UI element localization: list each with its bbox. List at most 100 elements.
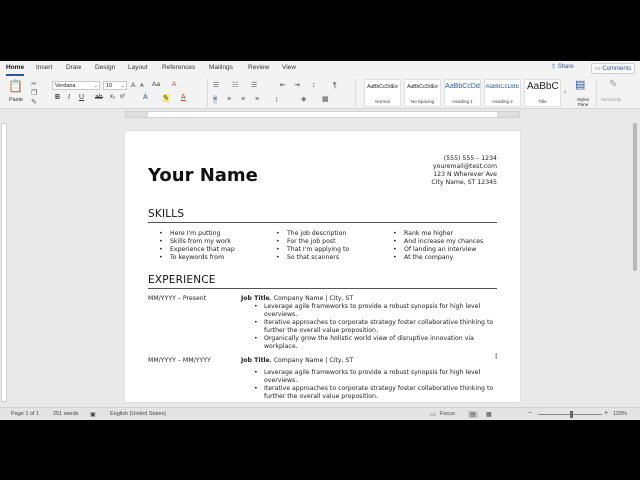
- cut-icon[interactable]: ✂: [31, 80, 37, 89]
- style-title[interactable]: AaBbC Title: [524, 79, 561, 107]
- job-title: Job Title: [241, 357, 270, 364]
- style-name: Heading 2: [492, 99, 513, 104]
- tab-view[interactable]: View: [282, 64, 296, 71]
- pilcrow-icon[interactable]: ¶: [333, 81, 337, 90]
- numbering-icon[interactable]: ☷: [232, 81, 238, 90]
- focus-label[interactable]: Focus: [440, 411, 455, 417]
- list-item: Experience that map: [159, 246, 235, 254]
- list-item: Leverage agile frameworks to provide a r…: [254, 369, 500, 385]
- comments-button[interactable]: ▭ Comments: [591, 63, 635, 74]
- web-layout-icon[interactable]: ▦: [486, 411, 492, 418]
- zoom-slider-thumb[interactable]: [570, 411, 573, 418]
- list-item: Iterative approaches to corporate strate…: [254, 319, 500, 335]
- document-page[interactable]: Your Name (555) 555 – 1234 youremail@tes…: [125, 131, 520, 402]
- styles-pane-label[interactable]: Styles Pane: [573, 97, 593, 107]
- vertical-scrollbar[interactable]: [632, 119, 638, 402]
- align-right-icon[interactable]: ≡: [241, 95, 245, 104]
- chevron-down-icon: ⌄: [93, 83, 98, 89]
- paste-label[interactable]: Paste: [9, 97, 23, 103]
- change-case-icon[interactable]: Aa: [152, 81, 160, 88]
- list-item: The job description: [276, 230, 349, 238]
- language[interactable]: English (United States): [110, 411, 166, 417]
- job-company: , Company Name | City, ST: [269, 295, 354, 302]
- contact-city: City Name, ST 12345: [431, 179, 497, 186]
- paste-icon[interactable]: 📋: [8, 80, 23, 92]
- shrink-font-icon[interactable]: A: [140, 83, 144, 89]
- vertical-ruler[interactable]: [0, 119, 8, 402]
- bold-icon[interactable]: B: [55, 94, 60, 101]
- style-preview: AaBbCcDd: [445, 83, 480, 90]
- chevron-right-icon[interactable]: ›: [564, 89, 566, 98]
- sensitivity-label[interactable]: Sensitivity: [601, 97, 621, 102]
- sensitivity-icon[interactable]: ✎: [609, 80, 617, 90]
- list-item: Of landing an interview: [393, 246, 483, 254]
- align-left-icon[interactable]: ≡: [213, 95, 218, 104]
- style-heading-1[interactable]: AaBbCcDd Heading 1: [444, 79, 481, 107]
- zoom-out-icon[interactable]: −: [528, 410, 532, 417]
- print-layout-icon[interactable]: ▤: [468, 411, 478, 418]
- multilevel-list-icon[interactable]: ☰: [251, 81, 257, 90]
- line-spacing-icon[interactable]: ↨: [275, 95, 279, 104]
- underline-icon[interactable]: U: [79, 94, 84, 101]
- tab-insert[interactable]: Insert: [36, 64, 52, 71]
- tab-design[interactable]: Design: [95, 64, 115, 71]
- list-item: Skills from my work: [159, 238, 235, 246]
- strikethrough-icon[interactable]: ab: [95, 94, 103, 101]
- section-divider: [148, 288, 497, 289]
- shading-icon[interactable]: ◈: [301, 95, 306, 104]
- style-normal[interactable]: AaBbCcDdEe Normal: [364, 79, 401, 107]
- share-button[interactable]: ⇪ Share: [551, 63, 574, 74]
- zoom-in-icon[interactable]: +: [604, 410, 608, 417]
- font-name-select[interactable]: Verdana ⌄: [52, 81, 100, 90]
- contact-street: 123 N Wherever Ave: [433, 171, 497, 178]
- focus-icon[interactable]: ▭: [430, 411, 436, 418]
- tab-draw[interactable]: Draw: [66, 64, 81, 71]
- zoom-level[interactable]: 129%: [613, 411, 627, 417]
- styles-pane-icon[interactable]: ▤: [575, 80, 585, 91]
- horizontal-ruler[interactable]: [0, 110, 640, 119]
- word-count[interactable]: 251 words: [53, 411, 78, 417]
- page-count[interactable]: Page 1 of 1: [11, 411, 39, 417]
- word-window: Home Insert Draw Design Layout Reference…: [0, 61, 640, 420]
- tab-references[interactable]: References: [162, 64, 195, 71]
- job-company: , Company Name | City, ST: [269, 357, 354, 364]
- ruler-left-margin: [126, 112, 148, 117]
- copy-icon[interactable]: ❐: [31, 89, 37, 98]
- experience-heading: EXPERIENCE: [148, 274, 216, 286]
- divider: [596, 79, 597, 107]
- borders-icon[interactable]: ▦: [322, 95, 329, 104]
- font-size-select[interactable]: 10 ⌄: [103, 81, 127, 90]
- justify-icon[interactable]: ≡: [255, 95, 259, 104]
- subscript-icon[interactable]: x₂: [110, 94, 115, 100]
- text-effects-icon[interactable]: A: [143, 94, 148, 101]
- font-color-icon[interactable]: A: [181, 94, 186, 101]
- ruler-bar: [1, 123, 7, 402]
- tab-layout[interactable]: Layout: [128, 64, 148, 71]
- tab-home[interactable]: Home: [6, 64, 25, 76]
- clear-formatting-icon[interactable]: A: [172, 81, 176, 88]
- superscript-icon[interactable]: x²: [120, 94, 125, 100]
- scrollbar-thumb[interactable]: [633, 123, 637, 271]
- job-heading: Job Title, Company Name | City, ST: [241, 357, 353, 364]
- skills-column-2: The job description For the job post Tha…: [276, 230, 349, 262]
- italic-icon[interactable]: I: [68, 94, 70, 101]
- style-name: Title: [538, 99, 547, 104]
- job-dates: MM/YYYY – MM/YYYY: [148, 357, 211, 364]
- decrease-indent-icon[interactable]: ⇤: [280, 81, 286, 90]
- sort-icon[interactable]: ↕: [312, 81, 316, 90]
- bullets-icon[interactable]: ☰: [213, 81, 219, 90]
- highlight-icon[interactable]: ✎: [163, 94, 169, 102]
- grow-font-icon[interactable]: A: [131, 82, 135, 89]
- font-size-value: 10: [106, 83, 113, 89]
- style-preview: AaBbCcDdE: [485, 84, 520, 90]
- style-no-spacing[interactable]: AaBbCcDdEe No Spacing: [404, 79, 441, 107]
- increase-indent-icon[interactable]: ⇥: [294, 81, 300, 90]
- tab-mailings[interactable]: Mailings: [209, 64, 233, 71]
- format-painter-icon[interactable]: ✎: [31, 98, 37, 107]
- job-title: Job Title: [241, 295, 270, 302]
- proofing-icon[interactable]: ▣: [90, 411, 96, 418]
- style-heading-2[interactable]: AaBbCcDdE Heading 2: [484, 79, 521, 107]
- tab-review[interactable]: Review: [248, 64, 269, 71]
- share-icon: ⇪: [551, 64, 558, 70]
- align-center-icon[interactable]: ≡: [227, 95, 231, 104]
